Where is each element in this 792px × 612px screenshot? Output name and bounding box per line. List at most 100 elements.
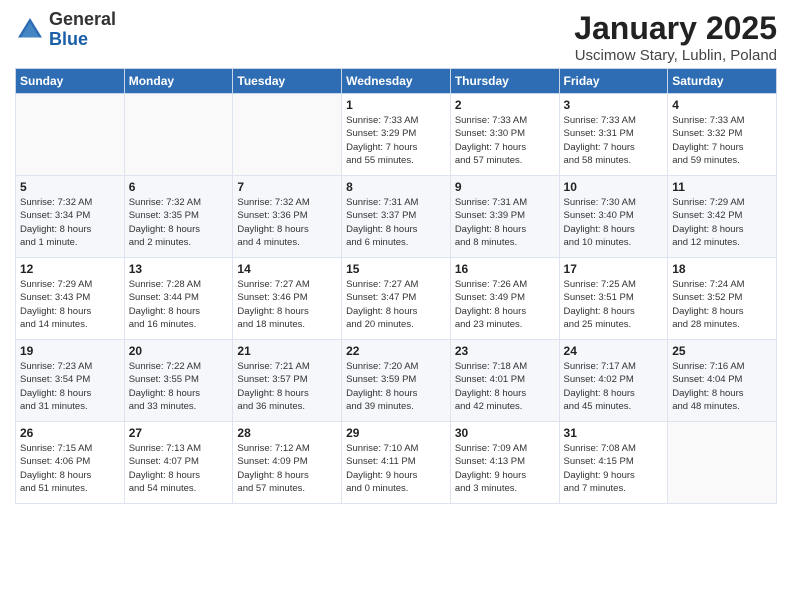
table-row: 7 Sunrise: 7:32 AM Sunset: 3:36 PM Daylig… [233,176,342,258]
day-info: Sunrise: 7:10 AM Sunset: 4:11 PM Dayligh… [346,442,446,495]
table-row: 8 Sunrise: 7:31 AM Sunset: 3:37 PM Daylig… [342,176,451,258]
day-info: Sunrise: 7:15 AM Sunset: 4:06 PM Dayligh… [20,442,120,495]
table-row: 16Sunrise: 7:26 AM Sunset: 3:49 PM Dayli… [450,258,559,340]
day-number: 5 [20,180,120,194]
day-info: Sunrise: 7:33 AM Sunset: 3:29 PM Dayligh… [346,114,446,167]
day-number: 7 [237,180,337,194]
location-title: Uscimow Stary, Lublin, Poland [574,47,777,64]
table-row: 22 Sunrise: 7:20 AM Sunset: 3:59 PM Dayli… [342,340,451,422]
day-number: 13 [129,262,229,276]
day-number: 17 [564,262,664,276]
table-row: 2 Sunrise: 7:33 AM Sunset: 3:30 PM Daylig… [450,94,559,176]
day-info: Sunrise: 7:33 AM Sunset: 3:31 PM Dayligh… [564,114,664,167]
header: General Blue January 2025 Uscimow Stary,… [15,10,777,64]
day-info: Sunrise: 7:16 AM Sunset: 4:04 PM Dayligh… [672,360,772,413]
day-info: Sunrise: 7:27 AM Sunset: 3:46 PM Dayligh… [237,278,337,331]
table-row [16,94,125,176]
calendar-week-row: 19Sunrise: 7:23 AM Sunset: 3:54 PM Dayli… [16,340,777,422]
day-number: 19 [20,344,120,358]
day-number: 11 [672,180,772,194]
header-thursday: Thursday [450,69,559,94]
calendar-week-row: 12 Sunrise: 7:29 AM Sunset: 3:43 PM Dayli… [16,258,777,340]
day-number: 8 [346,180,446,194]
table-row [124,94,233,176]
day-info: Sunrise: 7:24 AM Sunset: 3:52 PM Dayligh… [672,278,772,331]
day-info: Sunrise: 7:09 AM Sunset: 4:13 PM Dayligh… [455,442,555,495]
header-monday: Monday [124,69,233,94]
table-row: 11 Sunrise: 7:29 AM Sunset: 3:42 PM Dayli… [668,176,777,258]
table-row: 25 Sunrise: 7:16 AM Sunset: 4:04 PM Dayli… [668,340,777,422]
day-info: Sunrise: 7:30 AM Sunset: 3:40 PM Dayligh… [564,196,664,249]
day-number: 22 [346,344,446,358]
table-row: 6 Sunrise: 7:32 AM Sunset: 3:35 PM Daylig… [124,176,233,258]
calendar-week-row: 26 Sunrise: 7:15 AM Sunset: 4:06 PM Dayli… [16,422,777,504]
calendar-table: Sunday Monday Tuesday Wednesday Thursday… [15,68,777,504]
table-row: 17Sunrise: 7:25 AM Sunset: 3:51 PM Dayli… [559,258,668,340]
day-info: Sunrise: 7:33 AM Sunset: 3:30 PM Dayligh… [455,114,555,167]
day-number: 27 [129,426,229,440]
day-number: 21 [237,344,337,358]
logo: General Blue [15,10,116,50]
day-number: 20 [129,344,229,358]
day-info: Sunrise: 7:22 AM Sunset: 3:55 PM Dayligh… [129,360,229,413]
table-row: 12 Sunrise: 7:29 AM Sunset: 3:43 PM Dayli… [16,258,125,340]
table-row: 31 Sunrise: 7:08 AM Sunset: 4:15 PM Dayli… [559,422,668,504]
day-info: Sunrise: 7:31 AM Sunset: 3:37 PM Dayligh… [346,196,446,249]
day-number: 3 [564,98,664,112]
table-row: 19Sunrise: 7:23 AM Sunset: 3:54 PM Dayli… [16,340,125,422]
day-number: 31 [564,426,664,440]
table-row: 10 Sunrise: 7:30 AM Sunset: 3:40 PM Dayli… [559,176,668,258]
day-number: 30 [455,426,555,440]
day-info: Sunrise: 7:13 AM Sunset: 4:07 PM Dayligh… [129,442,229,495]
day-info: Sunrise: 7:12 AM Sunset: 4:09 PM Dayligh… [237,442,337,495]
logo-blue: Blue [49,30,116,50]
day-info: Sunrise: 7:18 AM Sunset: 4:01 PM Dayligh… [455,360,555,413]
table-row: 29 Sunrise: 7:10 AM Sunset: 4:11 PM Dayli… [342,422,451,504]
day-number: 10 [564,180,664,194]
day-number: 25 [672,344,772,358]
table-row [233,94,342,176]
table-row: 18Sunrise: 7:24 AM Sunset: 3:52 PM Dayli… [668,258,777,340]
day-number: 1 [346,98,446,112]
table-row: 27 Sunrise: 7:13 AM Sunset: 4:07 PM Dayli… [124,422,233,504]
table-row: 9 Sunrise: 7:31 AM Sunset: 3:39 PM Daylig… [450,176,559,258]
day-info: Sunrise: 7:32 AM Sunset: 3:36 PM Dayligh… [237,196,337,249]
day-info: Sunrise: 7:31 AM Sunset: 3:39 PM Dayligh… [455,196,555,249]
table-row: 3 Sunrise: 7:33 AM Sunset: 3:31 PM Daylig… [559,94,668,176]
day-info: Sunrise: 7:32 AM Sunset: 3:34 PM Dayligh… [20,196,120,249]
day-info: Sunrise: 7:29 AM Sunset: 3:43 PM Dayligh… [20,278,120,331]
month-title: January 2025 [574,10,777,47]
day-number: 29 [346,426,446,440]
day-number: 16 [455,262,555,276]
day-number: 28 [237,426,337,440]
table-row: 4Sunrise: 7:33 AM Sunset: 3:32 PM Daylig… [668,94,777,176]
table-row: 28 Sunrise: 7:12 AM Sunset: 4:09 PM Dayli… [233,422,342,504]
table-row: 15Sunrise: 7:27 AM Sunset: 3:47 PM Dayli… [342,258,451,340]
header-tuesday: Tuesday [233,69,342,94]
day-number: 26 [20,426,120,440]
table-row: 14 Sunrise: 7:27 AM Sunset: 3:46 PM Dayli… [233,258,342,340]
logo-icon [15,15,45,45]
day-number: 15 [346,262,446,276]
day-number: 6 [129,180,229,194]
logo-text: General Blue [49,10,116,50]
day-info: Sunrise: 7:29 AM Sunset: 3:42 PM Dayligh… [672,196,772,249]
day-info: Sunrise: 7:21 AM Sunset: 3:57 PM Dayligh… [237,360,337,413]
day-info: Sunrise: 7:08 AM Sunset: 4:15 PM Dayligh… [564,442,664,495]
day-info: Sunrise: 7:33 AM Sunset: 3:32 PM Dayligh… [672,114,772,167]
day-info: Sunrise: 7:32 AM Sunset: 3:35 PM Dayligh… [129,196,229,249]
day-number: 14 [237,262,337,276]
table-row: 5 Sunrise: 7:32 AM Sunset: 3:34 PM Daylig… [16,176,125,258]
header-saturday: Saturday [668,69,777,94]
header-friday: Friday [559,69,668,94]
day-number: 9 [455,180,555,194]
table-row: 30 Sunrise: 7:09 AM Sunset: 4:13 PM Dayli… [450,422,559,504]
day-number: 12 [20,262,120,276]
calendar-week-row: 5 Sunrise: 7:32 AM Sunset: 3:34 PM Daylig… [16,176,777,258]
title-block: January 2025 Uscimow Stary, Lublin, Pola… [574,10,777,64]
table-row [668,422,777,504]
day-info: Sunrise: 7:17 AM Sunset: 4:02 PM Dayligh… [564,360,664,413]
day-info: Sunrise: 7:20 AM Sunset: 3:59 PM Dayligh… [346,360,446,413]
table-row: 24Sunrise: 7:17 AM Sunset: 4:02 PM Dayli… [559,340,668,422]
day-number: 2 [455,98,555,112]
